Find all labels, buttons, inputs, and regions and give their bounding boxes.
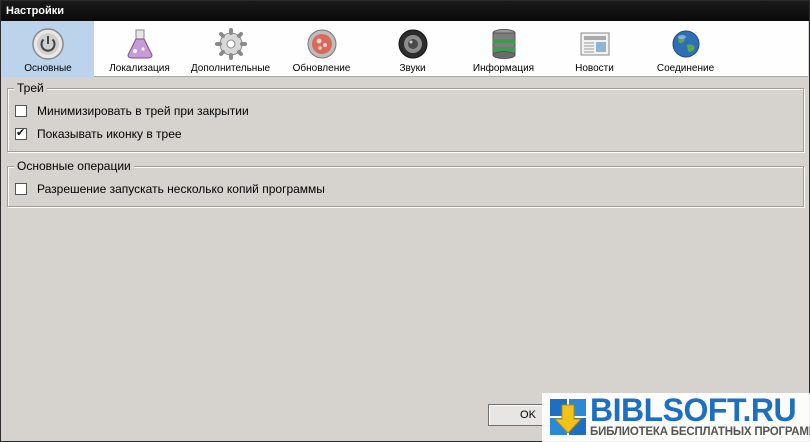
- show-tray-icon-checkbox[interactable]: [15, 126, 27, 140]
- tab-label: Информация: [472, 63, 535, 74]
- multi-instance-option[interactable]: Разрешение запускать несколько копий про…: [15, 181, 325, 197]
- tab-label: Обновление: [292, 63, 351, 74]
- minimize-to-tray-label: Минимизировать в трей при закрытии: [37, 104, 249, 118]
- tab-localization[interactable]: Локализация: [94, 21, 185, 77]
- window-title: Настройки: [1, 1, 809, 21]
- watermark-name: BIBLSOFT.RU: [590, 392, 797, 428]
- tab-label: Соединение: [656, 63, 715, 74]
- multi-instance-checkbox[interactable]: [15, 183, 27, 195]
- globe-icon: [672, 30, 699, 58]
- tab-label: Звуки: [399, 63, 426, 74]
- settings-window: Настройки Основные Локализация Дополните…: [0, 0, 810, 442]
- power-icon: [32, 28, 64, 60]
- tab-general[interactable]: Основные: [2, 21, 94, 77]
- database-icon: [492, 29, 515, 59]
- tab-sounds[interactable]: Звуки: [367, 21, 458, 77]
- gear-icon: [214, 28, 247, 60]
- tab-update[interactable]: Обновление: [276, 21, 367, 77]
- show-tray-icon-option[interactable]: Показывать иконку в трее: [15, 126, 182, 142]
- tab-label: Дополнительные: [190, 63, 271, 74]
- tab-label: Новости: [575, 63, 614, 74]
- minimize-to-tray-option[interactable]: Минимизировать в трей при закрытии: [15, 103, 249, 119]
- flask-icon: [126, 29, 153, 59]
- operations-group: Основные операции Разрешение запускать н…: [7, 159, 804, 207]
- download-arrow-logo: [550, 399, 586, 435]
- tab-news[interactable]: Новости: [549, 21, 640, 77]
- tab-connection[interactable]: Соединение: [640, 21, 731, 77]
- speaker-icon: [398, 29, 427, 59]
- settings-toolbar: Основные Локализация Дополнительные Обно…: [2, 21, 808, 77]
- newspaper-icon: [580, 32, 609, 56]
- tab-advanced[interactable]: Дополнительные: [185, 21, 276, 77]
- tray-group-title: Трей: [14, 81, 47, 95]
- multi-instance-label: Разрешение запускать несколько копий про…: [37, 182, 325, 196]
- tab-label: Основные: [24, 63, 72, 74]
- operations-group-title: Основные операции: [14, 159, 134, 173]
- watermark: BIBLSOFT.RU БИБЛИОТЕКА БЕСПЛАТНЫХ ПРОГРА…: [542, 393, 810, 442]
- tab-label: Локализация: [109, 63, 170, 74]
- tab-info[interactable]: Информация: [458, 21, 549, 77]
- tray-group: Трей Минимизировать в трей при закрытии …: [7, 81, 804, 152]
- show-tray-icon-label: Показывать иконку в трее: [37, 127, 182, 141]
- watermark-subtitle: БИБЛИОТЕКА БЕСПЛАТНЫХ ПРОГРАММ: [590, 426, 810, 438]
- refresh-disc-icon: [307, 29, 336, 59]
- minimize-to-tray-checkbox[interactable]: [15, 105, 27, 117]
